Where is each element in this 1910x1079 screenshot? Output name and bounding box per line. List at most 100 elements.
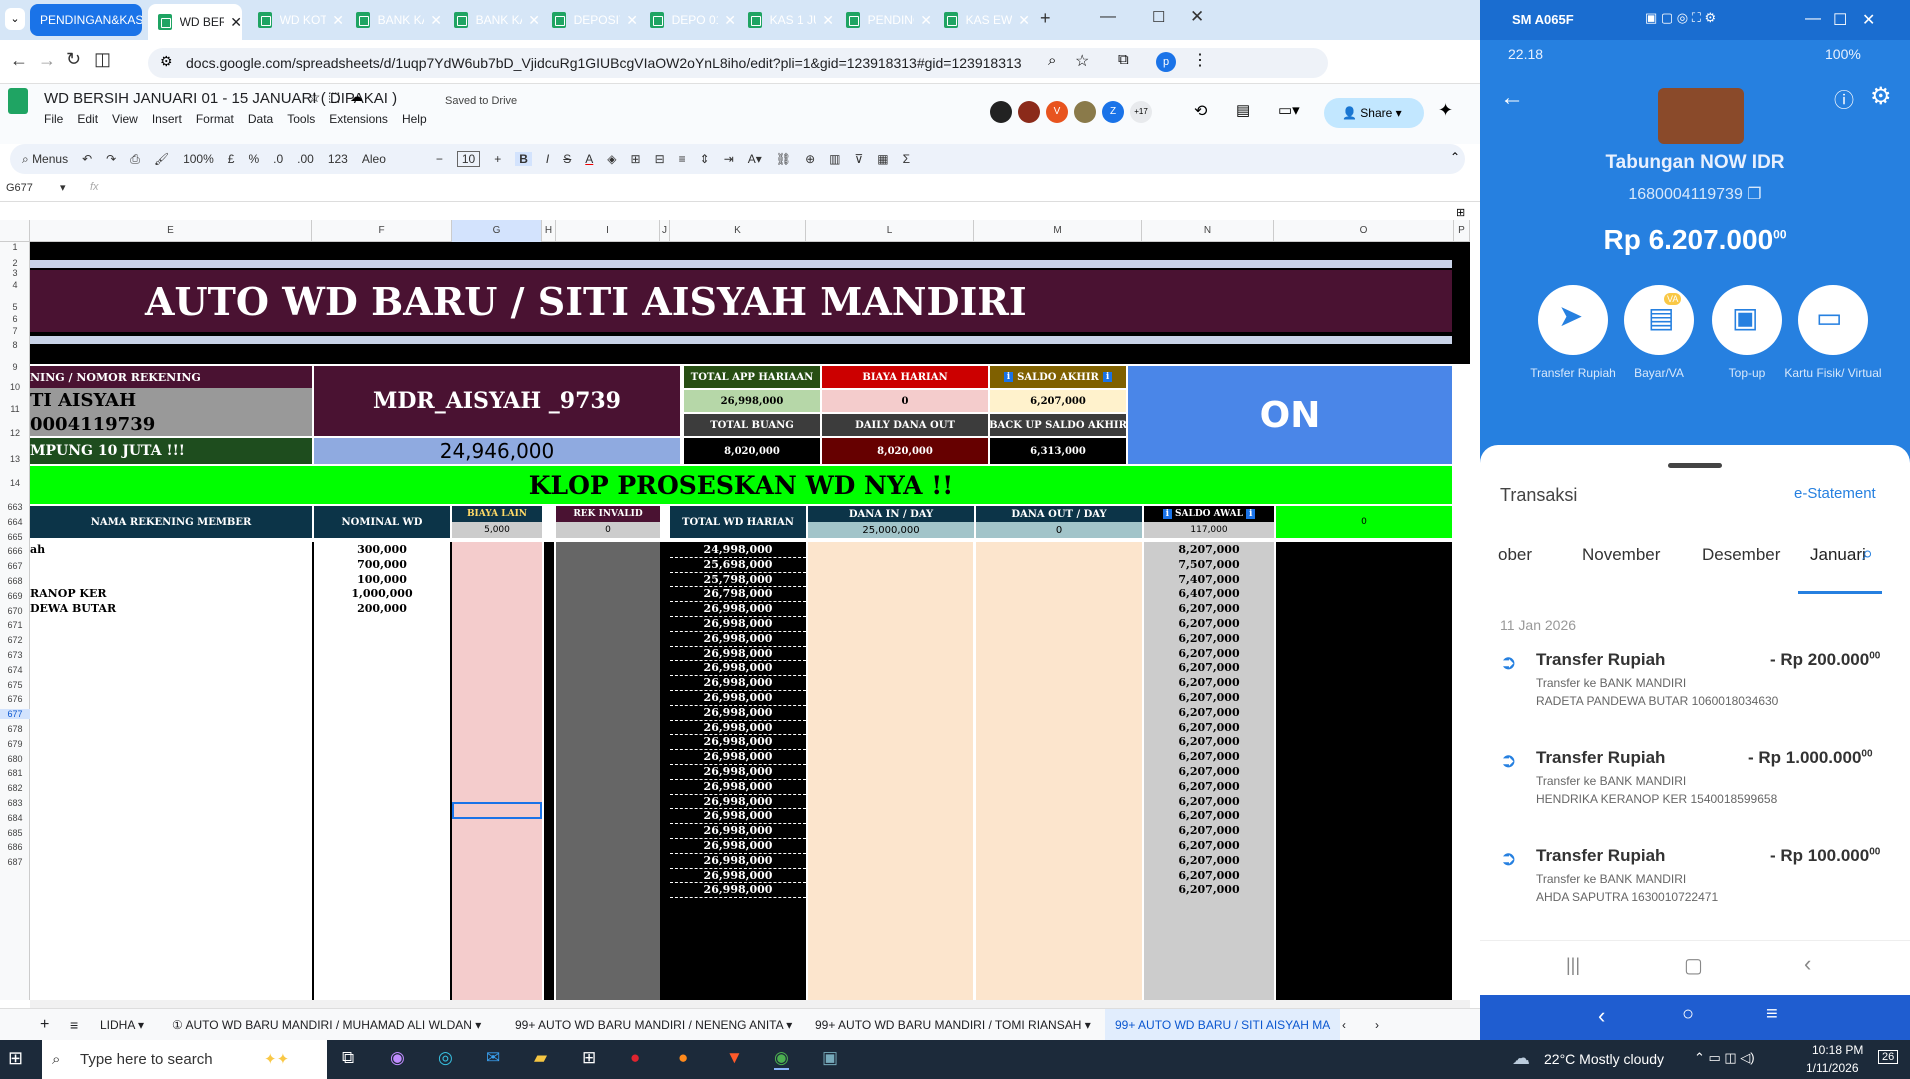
browser-menu-icon[interactable]: ⋮ [1192, 50, 1208, 70]
month-tab[interactable]: ober [1498, 545, 1532, 565]
saldo-cell[interactable]: 6,207,000 [1144, 691, 1274, 706]
font-select[interactable]: Aleo [362, 152, 422, 166]
row-header[interactable]: 672 [0, 635, 30, 645]
row-header[interactable]: 670 [0, 606, 30, 616]
row-header[interactable]: 7 [0, 326, 30, 336]
total-wd-cell[interactable]: 25,798,000 [670, 573, 806, 588]
row-header[interactable]: 11 [0, 404, 30, 414]
link-icon[interactable]: ⛓ [776, 152, 791, 166]
member-name-cell[interactable]: ah [30, 543, 312, 558]
font-size-decrease[interactable]: − [436, 152, 443, 166]
row-header[interactable]: 667 [0, 561, 30, 571]
row-header[interactable]: 678 [0, 724, 30, 734]
sheet-tab[interactable]: LIDHA ▾ [100, 1009, 144, 1041]
rek-invalid-value[interactable]: 0 [556, 522, 660, 538]
dana-in-value[interactable]: 25,000,000 [808, 522, 974, 538]
total-wd-cell[interactable]: 25,698,000 [670, 558, 806, 573]
row-header[interactable]: 664 [0, 517, 30, 527]
close-icon[interactable]: ✕ [724, 12, 736, 29]
col-header-G[interactable]: G [452, 220, 542, 242]
sheets-logo[interactable] [8, 88, 28, 114]
back-arrow-icon[interactable]: ← [1500, 84, 1524, 112]
close-icon[interactable]: ✕ [332, 12, 344, 29]
row-header[interactable]: 8 [0, 340, 30, 350]
close-icon[interactable]: ✕ [528, 12, 540, 29]
total-wd-cell[interactable]: 26,998,000 [670, 676, 806, 691]
sheet-tab-active[interactable]: 99+ AUTO WD BARU / SITI AISYAH MA [1105, 1009, 1341, 1041]
total-wd-cell[interactable]: 26,998,000 [670, 824, 806, 839]
menu-file[interactable]: File [44, 112, 63, 126]
browser-tab[interactable]: BANK KA✕ [444, 4, 540, 36]
member-name-cell[interactable] [30, 573, 312, 588]
close-icon[interactable]: ✕ [822, 12, 834, 29]
paint-format-icon[interactable]: 🖌 [154, 152, 169, 166]
saldo-cell[interactable]: 6,207,000 [1144, 661, 1274, 676]
weather-text[interactable]: 22°C Mostly cloudy [1544, 1051, 1664, 1067]
phone-tools[interactable]: ▣ ▢ ◎ ⛶ ⚙ [1645, 10, 1716, 26]
header-dana-out[interactable]: DANA OUT / DAY [976, 506, 1142, 522]
sheet-tab[interactable]: ① AUTO WD BARU MANDIRI / MUHAMAD ALI WLD… [172, 1009, 481, 1041]
collaborator-avatars[interactable]: V Z +17 [990, 101, 1152, 123]
scroll-left-icon[interactable]: ‹ [1342, 1009, 1346, 1041]
row-header[interactable]: 681 [0, 768, 30, 778]
mirror-home-icon[interactable]: ○ [1682, 1003, 1694, 1026]
row-header[interactable]: 668 [0, 576, 30, 586]
month-tab-active[interactable]: Januari [1810, 545, 1866, 565]
month-tab[interactable]: November [1582, 545, 1660, 565]
close-icon[interactable]: ✕ [430, 12, 442, 29]
phone-close[interactable]: ✕ [1862, 10, 1875, 30]
browser-tab[interactable]: DEPO 01 ✕ [640, 4, 736, 36]
header-saldo-awal[interactable]: i SALDO AWAL i [1144, 506, 1274, 522]
backup-label[interactable]: BACK UP SALDO AKHIR [990, 414, 1126, 436]
document-title[interactable]: WD BERSIH JANUARI 01 - 15 JANUARI ( DIPA… [44, 90, 397, 107]
avatar[interactable] [1074, 101, 1096, 123]
print-icon[interactable]: ⎙ [130, 152, 140, 167]
maximize-button[interactable]: ☐ [1152, 8, 1165, 26]
menu-help[interactable]: Help [402, 112, 427, 126]
total-wd-cell[interactable]: 26,998,000 [670, 661, 806, 677]
rekening-label[interactable]: NING / NOMOR REKENING [30, 366, 312, 388]
horizontal-scrollbar[interactable] [30, 1000, 1470, 1008]
col-header-H[interactable]: H [542, 220, 556, 242]
daily-out-value[interactable]: 8,020,000 [822, 438, 988, 464]
total-wd-cell[interactable]: 26,998,000 [670, 780, 806, 795]
nominal-cell[interactable]: 1,000,000 [314, 587, 450, 602]
transfer-rupiah-button[interactable]: ➤ [1538, 285, 1608, 355]
close-window-button[interactable]: ✕ [1190, 7, 1204, 27]
minimize-button[interactable]: — [1100, 8, 1116, 26]
task-view-icon[interactable]: ⧉ [342, 1048, 354, 1068]
close-icon[interactable]: ✕ [626, 12, 638, 29]
taskbar-search[interactable]: ⌕ Type here to search ✦✦ [42, 1040, 327, 1079]
saldo-cell[interactable]: 6,207,000 [1144, 676, 1274, 691]
url-bar[interactable]: docs.google.com/spreadsheets/d/1uqp7YdW6… [148, 48, 1328, 78]
dana-out-value[interactable]: 0 [976, 522, 1142, 538]
nominal-cell[interactable]: 100,000 [314, 573, 450, 588]
comment-icon[interactable]: ▤ [1236, 101, 1250, 119]
total-wd-cell[interactable]: 24,998,000 [670, 543, 806, 558]
total-wd-cell[interactable]: 26,998,000 [670, 632, 806, 647]
topup-button[interactable]: ▣ [1712, 285, 1782, 355]
rotate-icon[interactable]: A▾ [748, 152, 762, 166]
gemini-icon[interactable]: ✦ [1438, 100, 1453, 121]
total-wd-cell[interactable]: 26,998,000 [670, 839, 806, 854]
saldo-akhir-value[interactable]: 6,207,000 [990, 390, 1126, 412]
row-header[interactable]: 14 [0, 478, 30, 488]
total-wd-cell[interactable]: 26,998,000 [670, 869, 806, 884]
functions-icon[interactable]: Σ [903, 152, 910, 166]
col-header-N[interactable]: N [1142, 220, 1274, 242]
mirror-menu-icon[interactable]: ≡ [1766, 1003, 1778, 1026]
account-code[interactable]: MDR_AISYAH _9739 [314, 366, 680, 436]
row-header[interactable]: 679 [0, 739, 30, 749]
nominal-cell[interactable]: 300,000 [314, 543, 450, 558]
row-header[interactable]: 676 [0, 694, 30, 704]
member-name-cell[interactable]: RANOP KER [30, 587, 312, 602]
add-sheet-button[interactable]: + [40, 1009, 49, 1041]
backup-value[interactable]: 6,313,000 [990, 438, 1126, 464]
star-icon[interactable]: ☆ [308, 89, 321, 106]
biaya-lain-value[interactable]: 5,000 [452, 522, 542, 538]
scroll-right-icon[interactable]: › [1375, 1009, 1379, 1041]
saldo-cell[interactable]: 8,207,000 [1144, 543, 1274, 558]
saldo-cell[interactable]: 6,207,000 [1144, 602, 1274, 617]
header-rek-invalid[interactable]: REK INVALID [556, 506, 660, 522]
total-wd-cell[interactable]: 26,998,000 [670, 765, 806, 780]
